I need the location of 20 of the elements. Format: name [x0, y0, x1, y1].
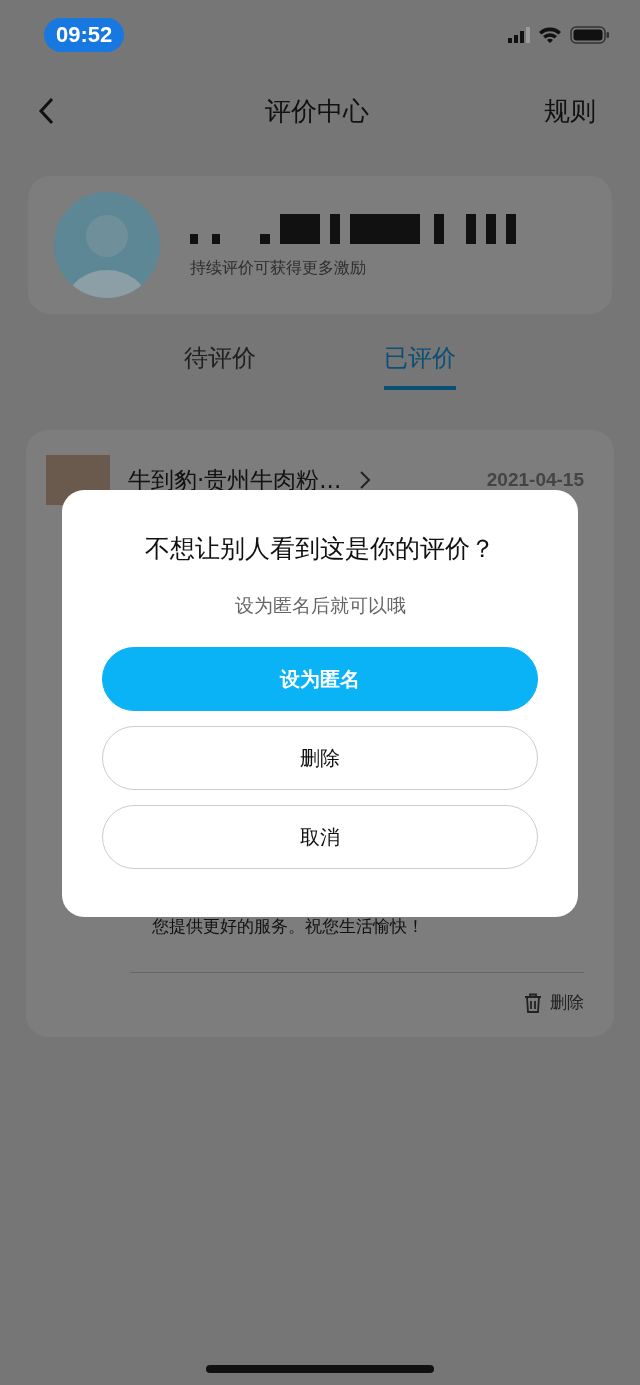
avatar-icon: [54, 192, 160, 298]
chevron-icon[interactable]: [359, 470, 372, 490]
delete-button[interactable]: 删除: [524, 991, 584, 1014]
dialog-subtitle: 设为匿名后就可以哦: [234, 593, 406, 618]
dialog-title: 不想让别人看到这是你的评价？: [145, 533, 495, 565]
signal-icon: [508, 27, 530, 43]
review-date: 2021-04-15: [486, 469, 584, 491]
dialog-button[interactable]: 设为匿名: [102, 647, 538, 711]
review-tab[interactable]: 待评价: [184, 338, 256, 390]
dialog-button[interactable]: 删除: [102, 726, 538, 790]
profile-subtitle: 持续评价可获得更多激励: [190, 257, 367, 279]
back-icon[interactable]: [38, 97, 54, 125]
trash-icon: [524, 992, 542, 1013]
review-text: 您提供更好的服务。祝您生活愉快！: [152, 915, 425, 938]
page-title: 评价中心: [265, 94, 369, 128]
rules-link[interactable]: 规则: [544, 93, 596, 129]
status-time: 09:52: [44, 18, 125, 52]
battery-icon: [570, 26, 610, 44]
dialog-button[interactable]: 取消: [102, 805, 538, 869]
wifi-icon: [538, 26, 562, 44]
